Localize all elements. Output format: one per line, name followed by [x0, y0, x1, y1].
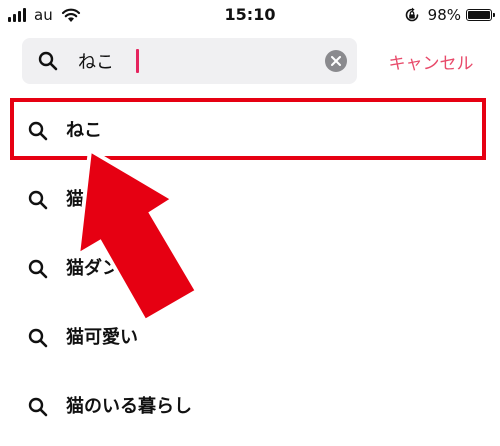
rotation-lock-icon — [405, 7, 418, 22]
battery-fill — [468, 11, 490, 19]
search-icon — [28, 397, 48, 417]
search-bar[interactable] — [22, 38, 357, 84]
suggestion-label: 猫 — [66, 189, 84, 210]
battery-percent: 98% — [427, 6, 461, 24]
status-bar: au 15:10 98% — [0, 0, 500, 30]
suggestion-list: ねこ 猫 猫ダン. 猫可愛い 猫のいる暮らし — [0, 96, 500, 441]
text-caret — [136, 49, 139, 73]
cancel-button[interactable]: キャンセル — [372, 38, 490, 84]
suggestion-item[interactable]: ねこ — [0, 96, 500, 165]
suggestion-item[interactable]: 猫可愛い — [0, 303, 500, 372]
suggestion-label: 猫可愛い — [66, 327, 138, 348]
suggestion-label: 猫のいる暮らし — [66, 396, 192, 417]
clear-x-icon — [331, 56, 341, 66]
search-icon — [28, 259, 48, 279]
status-right: 98% — [404, 4, 495, 26]
battery-icon — [466, 9, 495, 21]
search-icon — [28, 190, 48, 210]
suggestion-item[interactable]: 猫ダン. — [0, 234, 500, 303]
search-icon — [38, 51, 58, 71]
suggestion-label: ねこ — [66, 120, 102, 141]
search-icon — [28, 121, 48, 141]
search-input[interactable] — [78, 38, 318, 84]
clear-button[interactable] — [325, 50, 347, 72]
suggestion-item[interactable]: 猫 — [0, 165, 500, 234]
search-icon — [28, 328, 48, 348]
suggestion-item[interactable]: 猫のいる暮らし — [0, 372, 500, 441]
suggestion-label: 猫ダン. — [66, 258, 127, 279]
